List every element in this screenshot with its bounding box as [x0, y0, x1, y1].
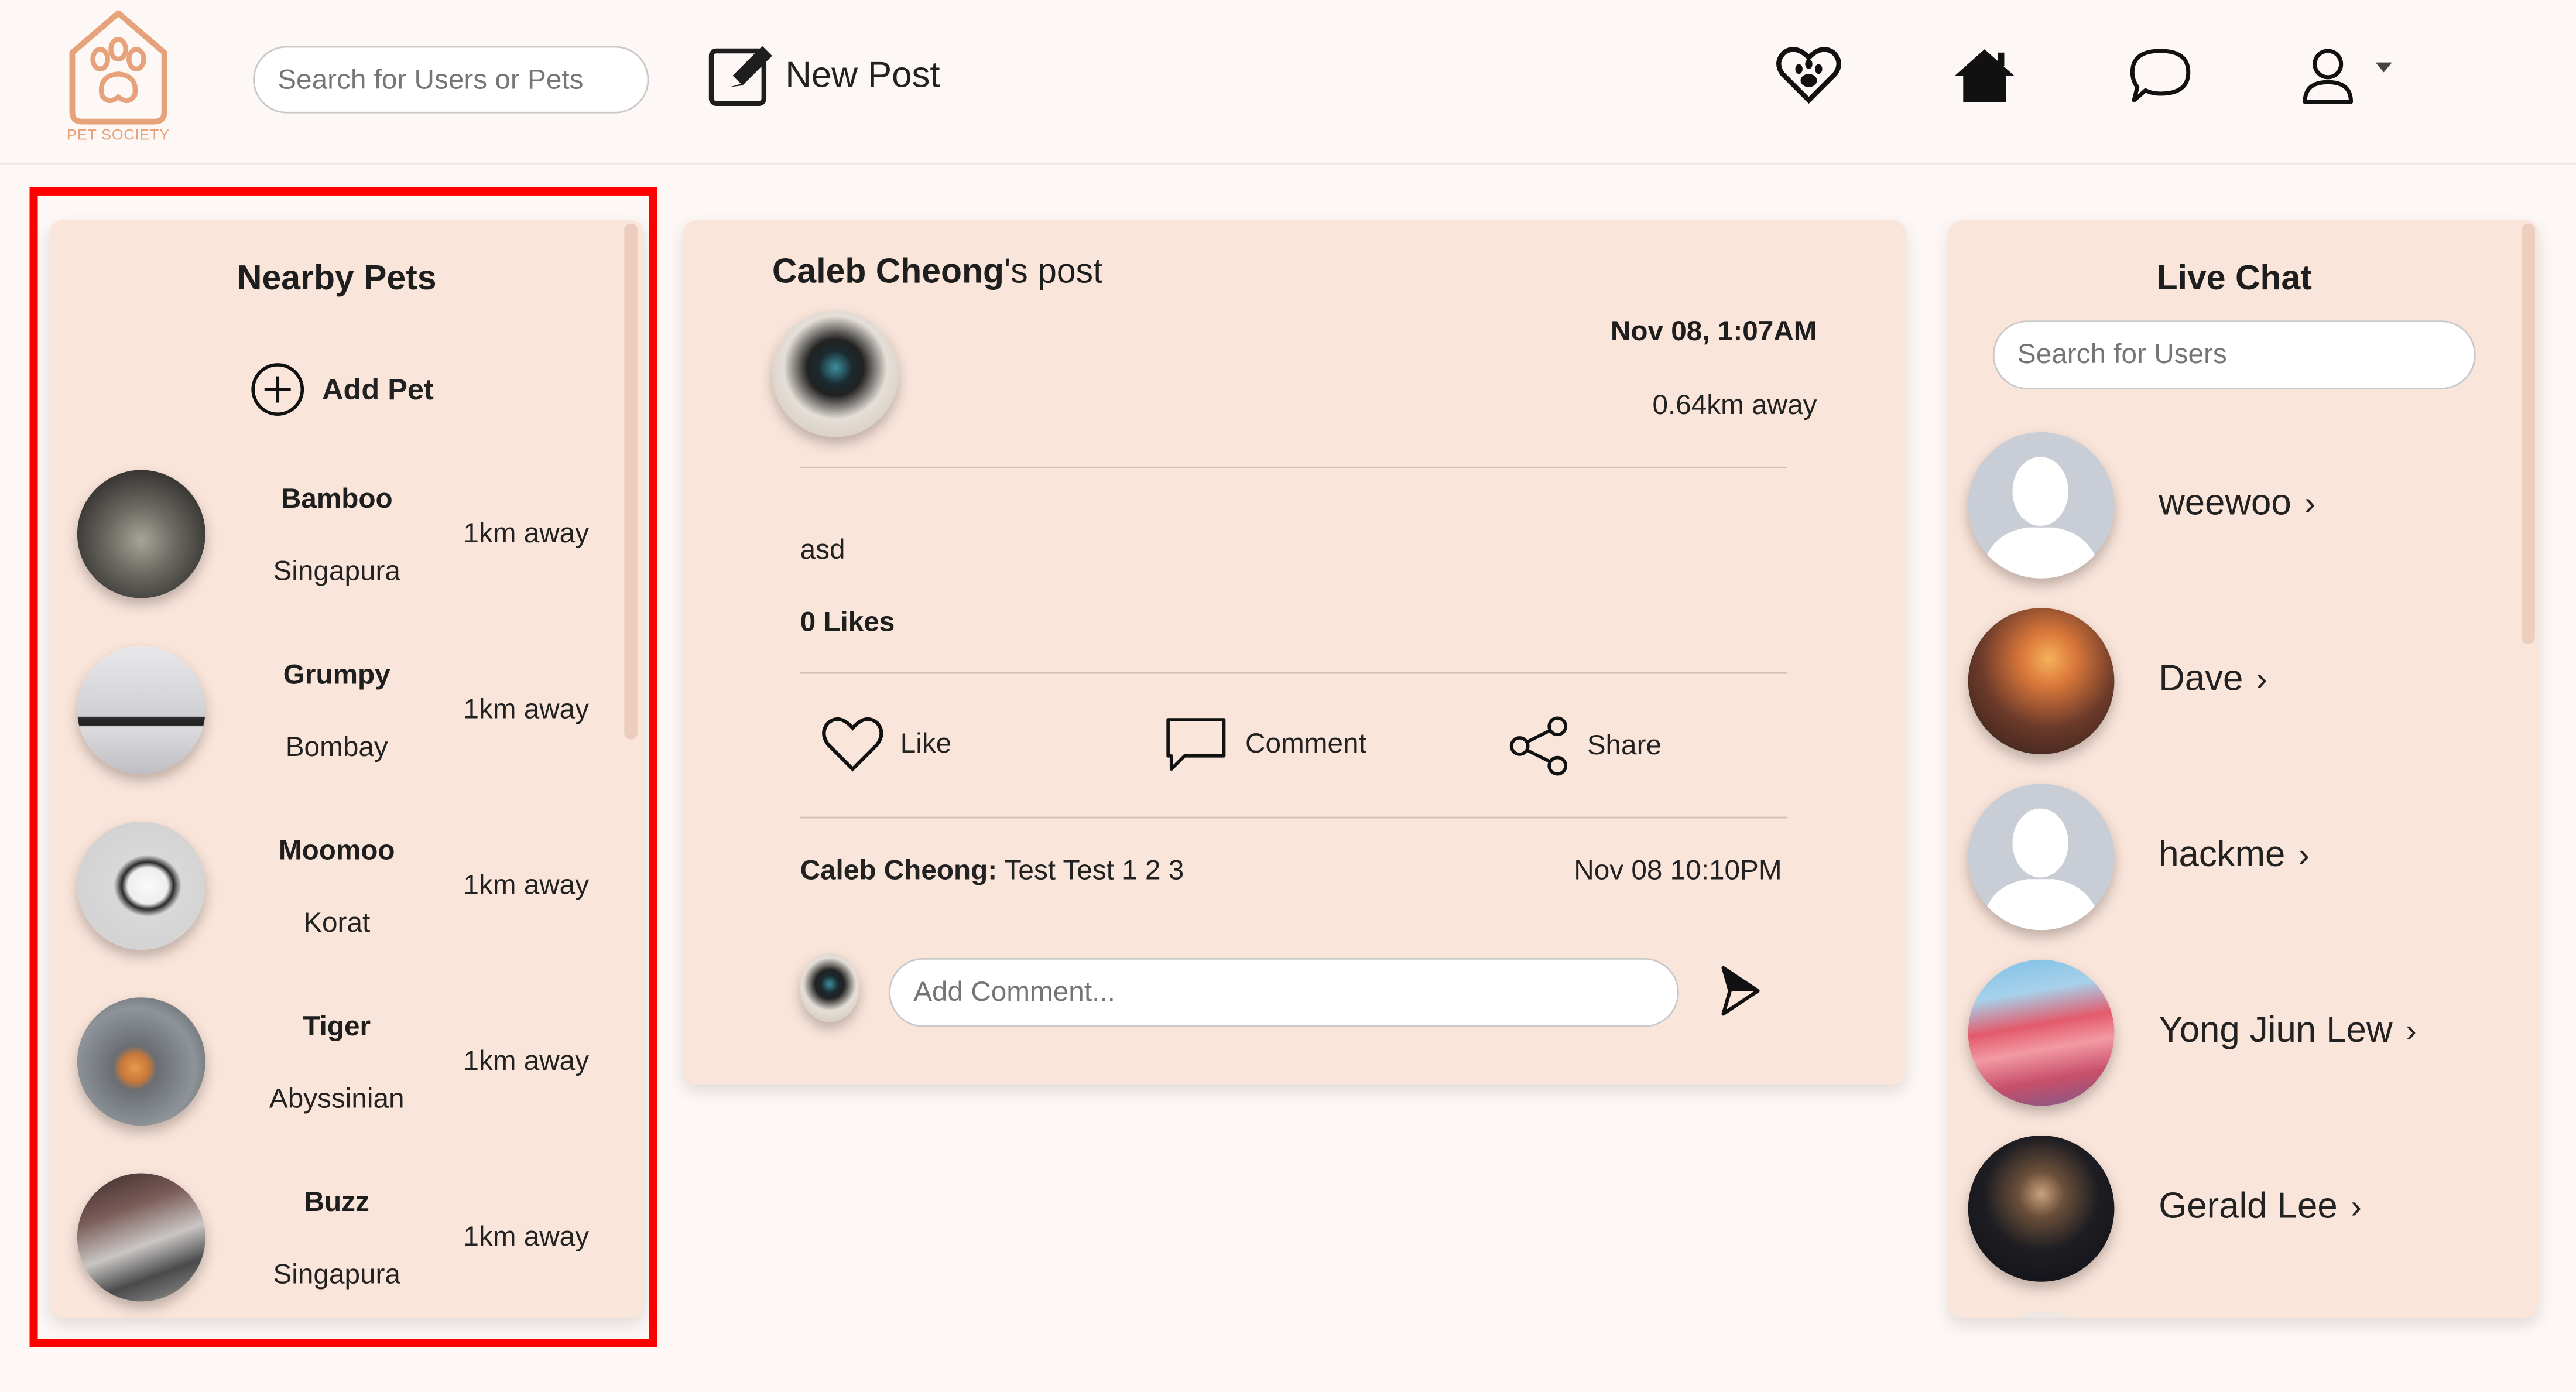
user-icon: [2303, 49, 2354, 104]
chat-user-name: Dave ›: [2159, 657, 2267, 700]
new-post-button[interactable]: New Post: [707, 39, 940, 111]
send-icon: [1721, 966, 1760, 1016]
chevron-right-icon: ›: [2256, 662, 2267, 699]
top-navbar: PET SOCIETY New Post: [0, 0, 2576, 165]
chat-bubble-icon[interactable]: [2124, 39, 2196, 111]
chat-user-row[interactable]: Gerald Lee ›: [1968, 1136, 2510, 1287]
chat-user-row[interactable]: weewoo ›: [1968, 432, 2510, 583]
divider: [800, 672, 1788, 674]
chevron-right-icon: ›: [2351, 1189, 2362, 1226]
chat-user-name: weewoo ›: [2159, 481, 2315, 524]
pet-heart-icon[interactable]: [1773, 39, 1845, 111]
chat-user-avatar: [1968, 784, 2115, 931]
post-body: asd: [800, 533, 845, 566]
new-post-label: New Post: [785, 54, 940, 95]
comment-label: Comment: [1245, 728, 1366, 760]
chat-user-row[interactable]: Dave ›: [1968, 608, 2510, 759]
chevron-right-icon: ›: [2304, 486, 2315, 523]
pet-society-logo[interactable]: PET SOCIETY: [59, 4, 177, 148]
post-likes: 0 Likes: [800, 606, 895, 638]
post-title-suffix: 's post: [1004, 253, 1103, 291]
chat-avatar-partial: [2010, 1311, 2077, 1318]
default-user-icon: [1968, 432, 2115, 579]
top-search-input[interactable]: [253, 46, 649, 114]
chat-user-row[interactable]: Yong Jiun Lew ›: [1968, 959, 2510, 1111]
user-menu[interactable]: [2300, 39, 2406, 111]
divider: [800, 816, 1788, 819]
chat-user-avatar: [1968, 1136, 2115, 1282]
post-title: Caleb Cheong's post: [772, 253, 1103, 292]
share-button[interactable]: Share: [1508, 715, 1662, 778]
selection-highlight: [29, 187, 657, 1348]
paw-house-icon: [69, 10, 167, 125]
chat-user-avatar: [1968, 432, 2115, 579]
post-distance: 0.64km away: [1652, 389, 1817, 421]
comment-item: Caleb Cheong: Test Test 1 2 3: [800, 854, 1184, 887]
share-icon: [1509, 716, 1568, 776]
post-date: Nov 08, 1:07AM: [1610, 315, 1817, 347]
post-author-avatar[interactable]: [772, 310, 899, 437]
current-user-avatar: [800, 953, 859, 1022]
home-icon[interactable]: [1948, 39, 2020, 111]
chat-scrollbar[interactable]: [2522, 223, 2535, 644]
default-user-icon: [1968, 784, 2115, 931]
chat-user-row[interactable]: hackme ›: [1968, 784, 2510, 935]
comment-button[interactable]: Comment: [1163, 715, 1366, 774]
comment-author[interactable]: Caleb Cheong:: [800, 854, 998, 885]
chevron-right-icon: ›: [2406, 1014, 2417, 1051]
post-author[interactable]: Caleb Cheong: [772, 253, 1004, 291]
like-label: Like: [900, 728, 952, 760]
edit-square-icon: [708, 46, 772, 106]
caret-down-icon: [2375, 62, 2392, 73]
comment-text: Test Test 1 2 3: [997, 854, 1184, 886]
heart-icon: [822, 717, 883, 772]
chevron-right-icon: ›: [2298, 838, 2310, 874]
share-label: Share: [1587, 729, 1662, 761]
add-comment-input[interactable]: [889, 957, 1679, 1027]
logo-caption: PET SOCIETY: [67, 126, 170, 143]
chat-user-name: Gerald Lee ›: [2159, 1185, 2362, 1227]
chat-user-name: Yong Jiun Lew ›: [2159, 1009, 2417, 1052]
chat-search-input[interactable]: [1992, 320, 2476, 390]
chat-user-avatar: [1968, 959, 2115, 1106]
live-chat-title: Live Chat: [2156, 259, 2312, 297]
chat-user-avatar: [1968, 608, 2115, 754]
post-card: Caleb Cheong's post Nov 08, 1:07AM 0.64k…: [683, 220, 1906, 1085]
like-button[interactable]: Like: [821, 715, 951, 774]
chat-user-name: hackme ›: [2159, 833, 2309, 876]
divider: [800, 466, 1788, 468]
send-comment-button[interactable]: [1715, 963, 1765, 1027]
speech-bubble-icon: [1166, 718, 1226, 771]
comment-time: Nov 08 10:10PM: [1574, 854, 1782, 886]
